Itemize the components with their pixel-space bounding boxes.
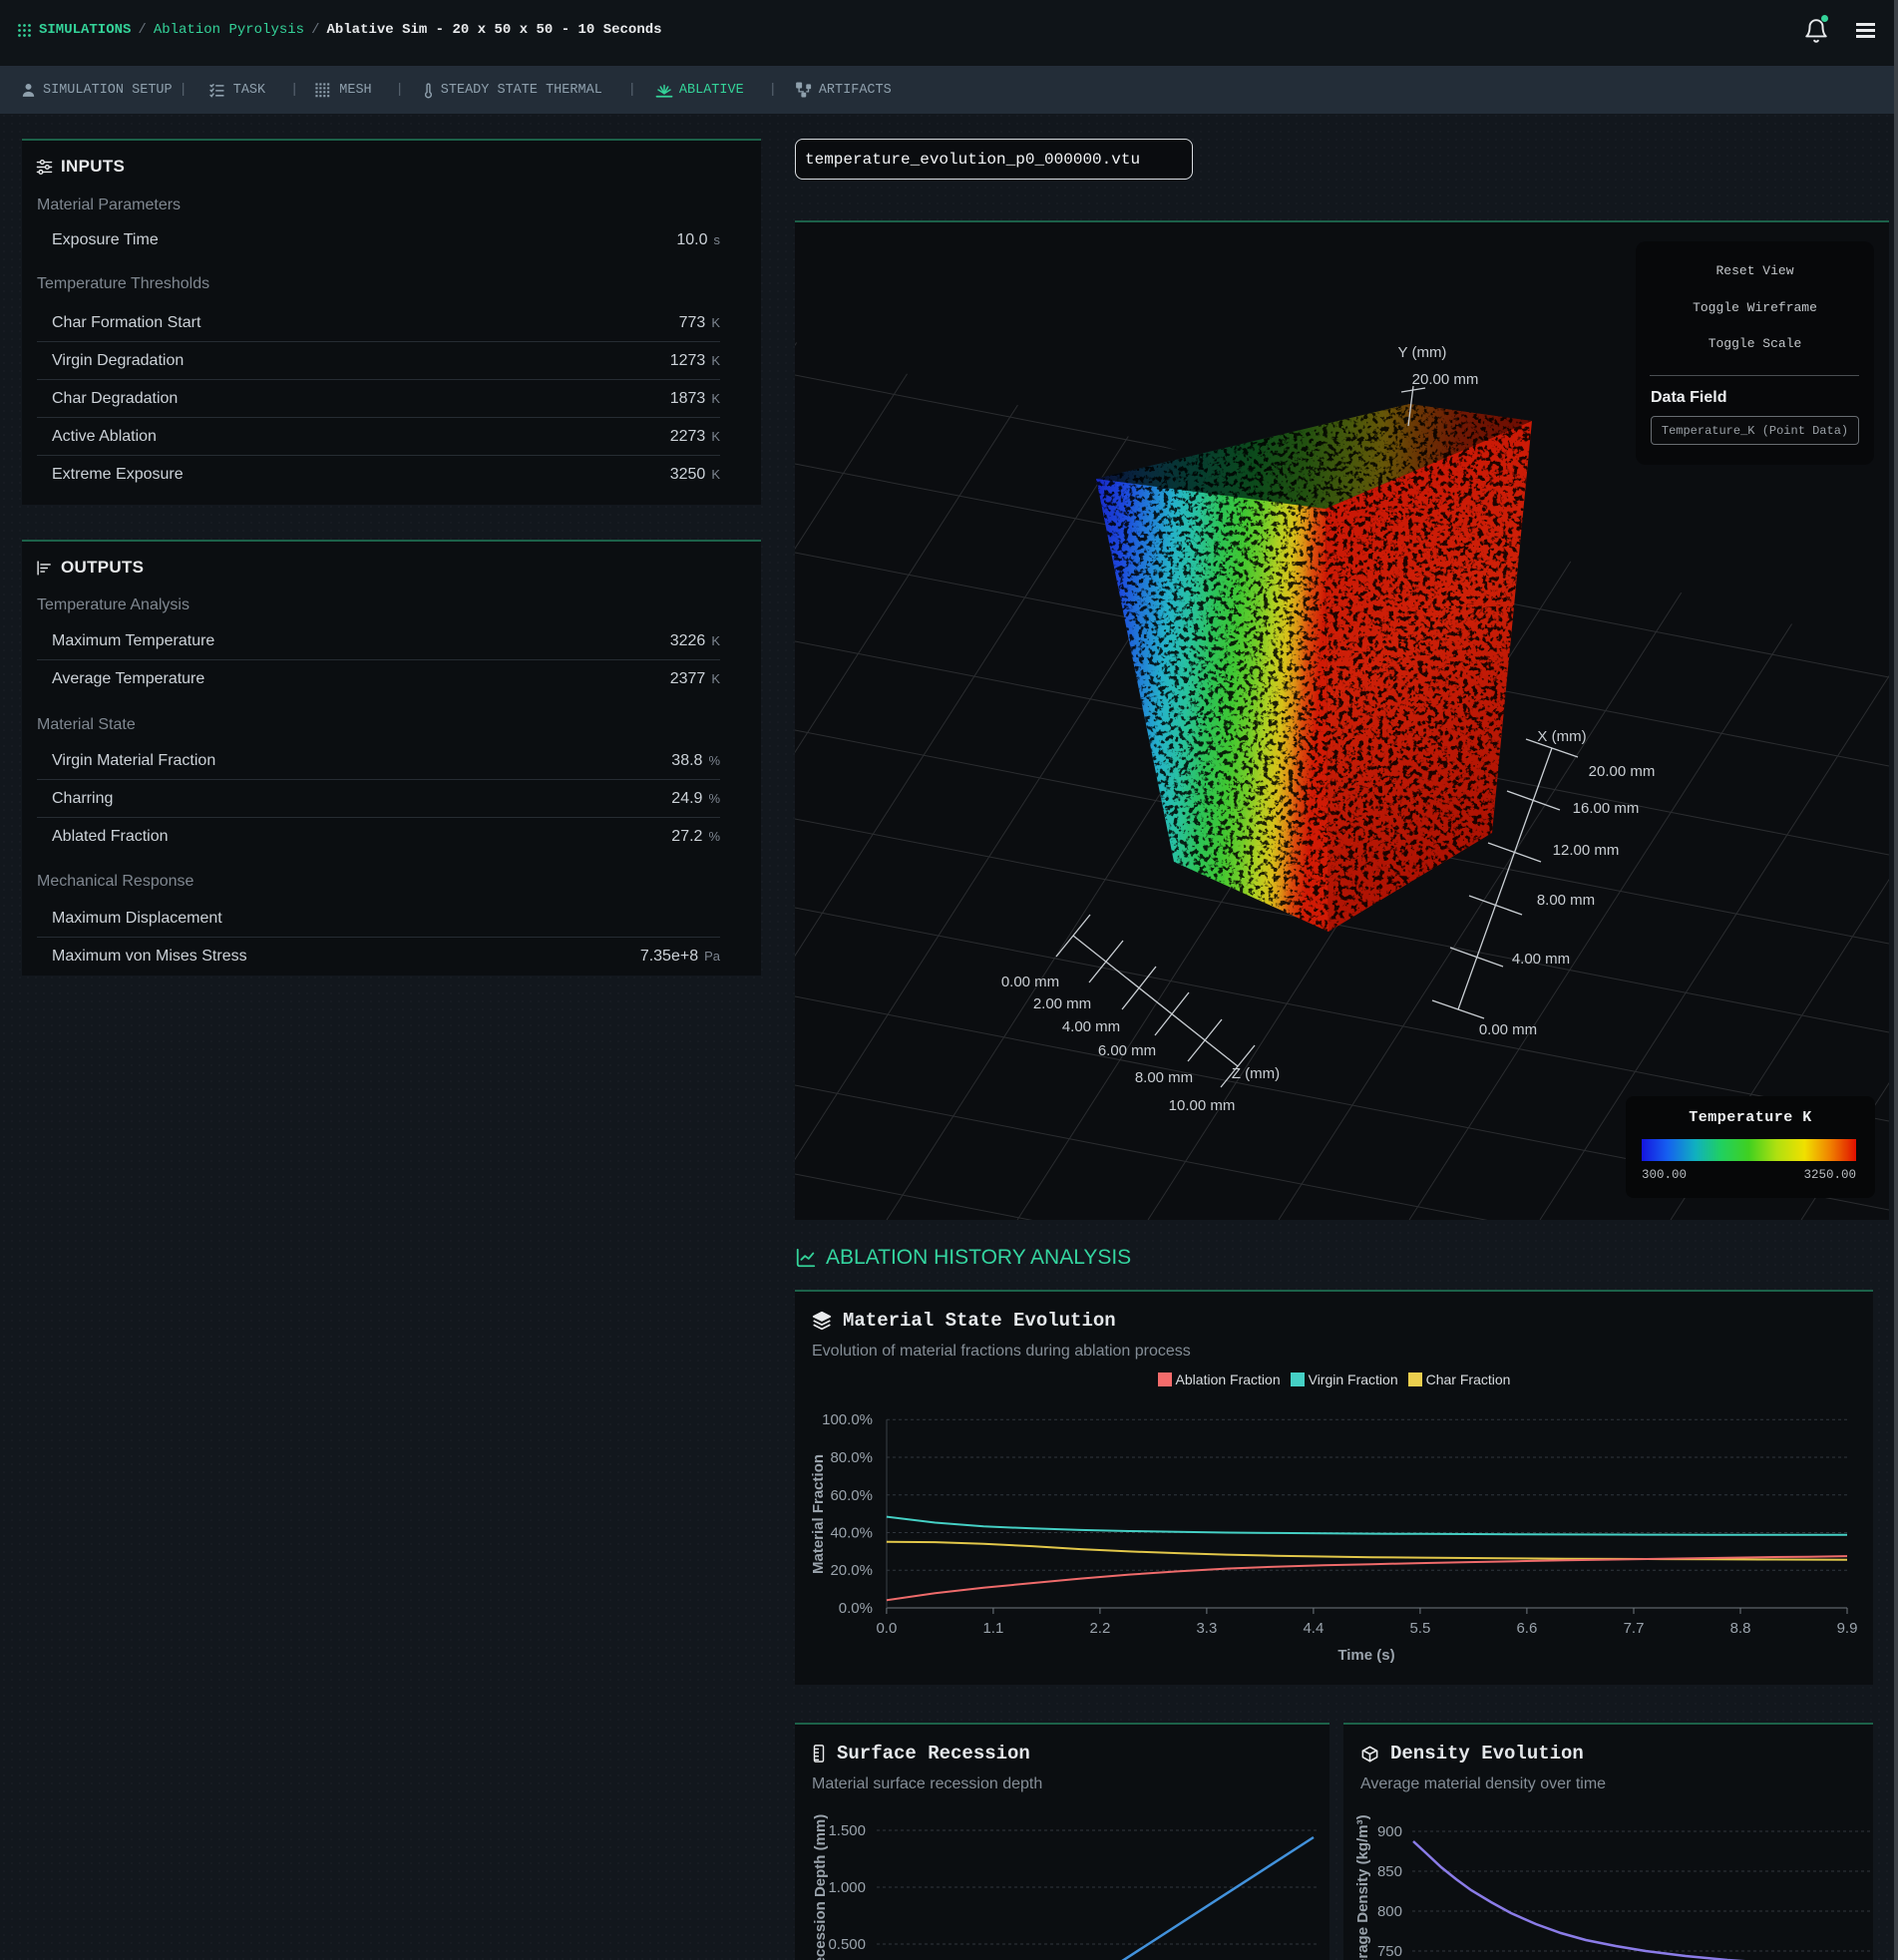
svg-text:0.500: 0.500 — [828, 1936, 866, 1953]
svg-text:40.0%: 40.0% — [830, 1525, 873, 1542]
svg-text:Average Density (kg/m³): Average Density (kg/m³) — [1354, 1814, 1371, 1960]
svg-text:6.6: 6.6 — [1516, 1620, 1537, 1637]
svg-text:7.7: 7.7 — [1624, 1620, 1645, 1637]
svg-text:100.0%: 100.0% — [822, 1411, 873, 1428]
svg-text:Y (mm): Y (mm) — [1398, 344, 1447, 361]
svg-text:750: 750 — [1377, 1943, 1402, 1960]
svg-text:60.0%: 60.0% — [830, 1487, 873, 1504]
svg-text:900: 900 — [1377, 1823, 1402, 1840]
svg-text:800: 800 — [1377, 1903, 1402, 1920]
svg-text:6.00 mm: 6.00 mm — [1098, 1042, 1156, 1059]
svg-text:20.00 mm: 20.00 mm — [1412, 371, 1479, 388]
svg-text:9.9: 9.9 — [1837, 1620, 1858, 1637]
svg-text:20.00 mm: 20.00 mm — [1589, 763, 1656, 780]
svg-text:0.00 mm: 0.00 mm — [1001, 974, 1059, 990]
svg-text:X (mm): X (mm) — [1537, 728, 1586, 745]
svg-text:Recession Depth (mm): Recession Depth (mm) — [812, 1814, 829, 1960]
svg-text:80.0%: 80.0% — [830, 1449, 873, 1466]
svg-text:2.2: 2.2 — [1089, 1620, 1110, 1637]
svg-text:Material Fraction: Material Fraction — [810, 1454, 827, 1574]
svg-text:10.00 mm: 10.00 mm — [1169, 1097, 1236, 1114]
svg-text:0.0%: 0.0% — [839, 1600, 873, 1617]
svg-text:Time (s): Time (s) — [1337, 1647, 1394, 1664]
svg-text:4.00 mm: 4.00 mm — [1512, 951, 1570, 968]
svg-text:0.00 mm: 0.00 mm — [1479, 1021, 1537, 1038]
svg-text:4.00 mm: 4.00 mm — [1062, 1018, 1120, 1035]
svg-text:5.5: 5.5 — [1409, 1620, 1430, 1637]
svg-text:3.3: 3.3 — [1196, 1620, 1217, 1637]
svg-text:8.00 mm: 8.00 mm — [1537, 892, 1595, 909]
svg-text:4.4: 4.4 — [1303, 1620, 1324, 1637]
svg-text:2.00 mm: 2.00 mm — [1033, 995, 1091, 1012]
svg-text:16.00 mm: 16.00 mm — [1573, 800, 1640, 817]
svg-text:0.0: 0.0 — [876, 1620, 897, 1637]
svg-text:8.00 mm: 8.00 mm — [1135, 1069, 1193, 1086]
svg-text:12.00 mm: 12.00 mm — [1553, 842, 1620, 859]
svg-text:8.8: 8.8 — [1730, 1620, 1751, 1637]
svg-text:1.1: 1.1 — [982, 1620, 1003, 1637]
svg-text:20.0%: 20.0% — [830, 1562, 873, 1579]
svg-text:1.500: 1.500 — [828, 1822, 866, 1839]
svg-text:Z (mm): Z (mm) — [1232, 1065, 1280, 1082]
svg-text:1.000: 1.000 — [828, 1879, 866, 1896]
svg-text:850: 850 — [1377, 1863, 1402, 1880]
